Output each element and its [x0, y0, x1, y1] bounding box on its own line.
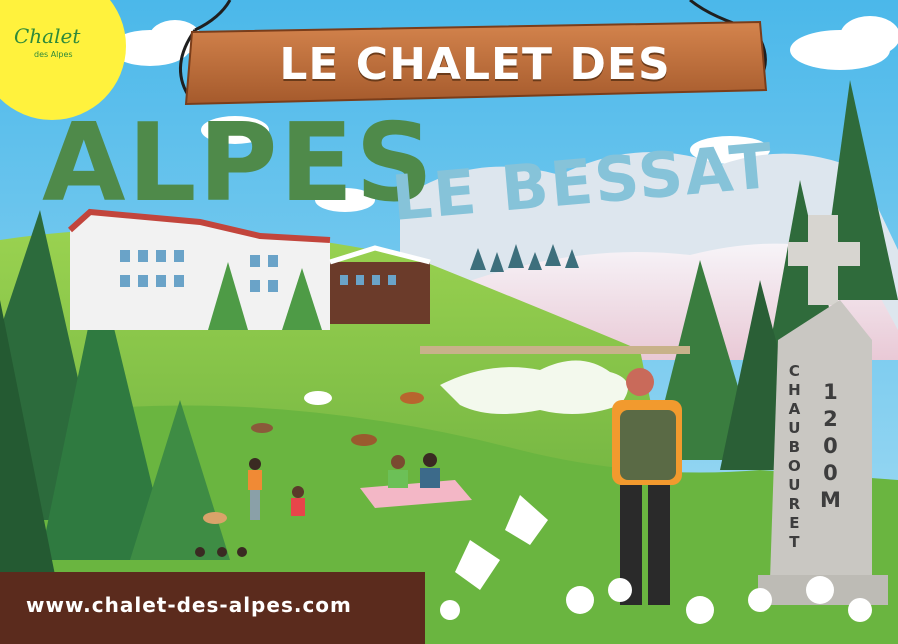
website-link[interactable]: www.chalet-des-alpes.com	[26, 593, 352, 617]
monument-letter: T	[789, 533, 800, 551]
logo-name: Chalet	[14, 24, 81, 48]
monument-letter: U	[788, 419, 801, 437]
monument-name: C H A U B O U R E T	[788, 364, 801, 550]
altitude-char: M	[820, 488, 841, 512]
altitude-char: 1	[823, 380, 838, 404]
monument-altitude: 1 2 0 0 M	[820, 382, 841, 511]
title-sign: LE CHALET DES	[185, 22, 765, 106]
monument-letter: U	[788, 476, 801, 494]
monument-letter: O	[788, 457, 801, 475]
logo-subtitle: des Alpes	[34, 50, 73, 59]
fence	[420, 346, 690, 354]
monument-letter: A	[788, 400, 801, 418]
altitude-char: 0	[823, 434, 838, 458]
monument-letter: E	[789, 514, 800, 532]
monument-letter: C	[788, 362, 800, 380]
monument-letter: B	[788, 438, 801, 456]
headline-alpes: ALPES	[42, 101, 436, 226]
sign-title: LE CHALET DES	[279, 38, 671, 90]
monument-letter: R	[788, 495, 801, 513]
altitude-char: 2	[823, 407, 838, 431]
altitude-char: 0	[823, 461, 838, 485]
monument-letter: H	[788, 381, 801, 399]
